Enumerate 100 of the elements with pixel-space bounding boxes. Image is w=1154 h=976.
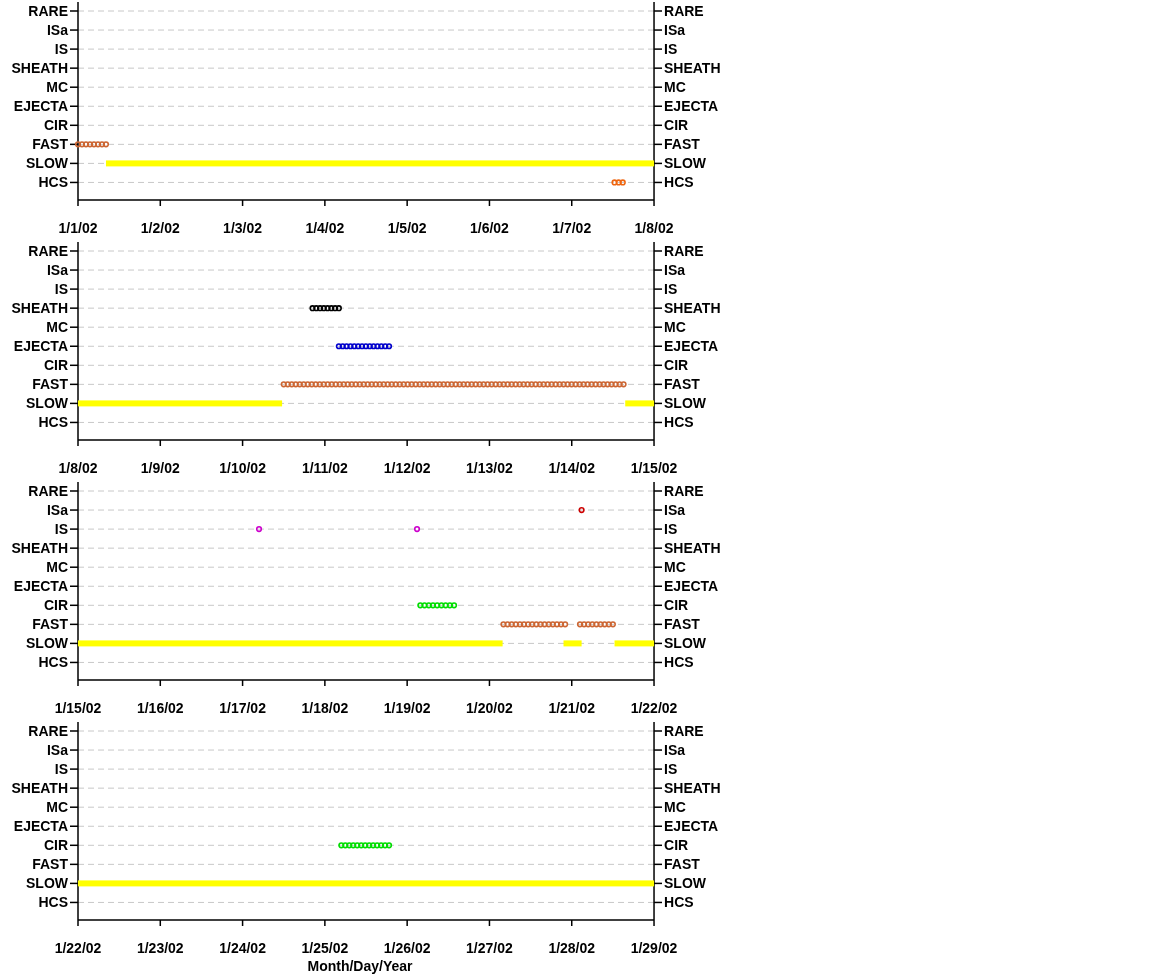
y-axis-label: HCS (664, 654, 694, 671)
y-axis-label: IS (54, 281, 68, 298)
y-axis-label: SLOW (664, 155, 707, 172)
y-axis-label: RARE (28, 243, 68, 259)
y-axis-label: ISa (664, 502, 686, 519)
x-axis-label: 1/26/02 (383, 940, 431, 956)
y-axis-label: HCS (664, 174, 694, 191)
y-axis-label: FAST (664, 136, 700, 153)
y-axis-label: CIR (43, 117, 68, 134)
y-axis-label: MC (46, 799, 68, 816)
x-axis-label: 1/17/02 (219, 700, 266, 716)
x-axis-label: 1/20/02 (466, 700, 513, 716)
x-axis-label: 1/11/02 (301, 460, 348, 476)
y-axis-label: HCS (664, 894, 694, 911)
y-axis-label: EJECTA (13, 818, 68, 835)
y-axis-label: FAST (664, 376, 700, 393)
y-axis-label: ISa (664, 742, 686, 759)
y-axis-label: EJECTA (13, 98, 68, 115)
x-axis-label: 1/19/02 (383, 700, 431, 716)
y-axis-label: SHEATH (11, 780, 68, 797)
y-axis-label: EJECTA (664, 818, 719, 835)
y-axis-label: CIR (664, 117, 689, 134)
y-axis-label: RARE (664, 483, 704, 499)
x-axis-label: 1/22/02 (630, 700, 678, 716)
y-axis-label: FAST (32, 616, 68, 633)
x-axis-label: 1/16/02 (136, 700, 184, 716)
y-axis-label: ISa (664, 262, 686, 279)
x-axis-label: 1/5/02 (387, 220, 427, 236)
y-axis-label: IS (664, 521, 678, 538)
y-axis-label: ISa (47, 22, 68, 39)
x-axis-title: Month/Day/Year (306, 958, 414, 974)
y-axis-label: MC (664, 559, 686, 576)
y-axis-label: MC (46, 319, 68, 336)
y-axis-label: CIR (43, 837, 68, 854)
y-axis-label: EJECTA (664, 98, 719, 115)
x-axis-label: 1/1/02 (58, 220, 98, 236)
x-axis-label: 1/29/02 (630, 940, 678, 956)
y-axis-label: MC (664, 799, 686, 816)
x-axis-label: 1/12/02 (383, 460, 431, 476)
x-axis-label: 1/18/02 (301, 700, 349, 716)
y-axis-label: IS (54, 521, 68, 538)
y-axis-label: EJECTA (664, 578, 719, 595)
y-axis-label: EJECTA (13, 578, 68, 595)
y-axis-label: SHEATH (11, 60, 68, 77)
y-axis-label: IS (664, 41, 678, 58)
x-axis-label: 1/6/02 (470, 220, 509, 236)
data-point-run (335, 343, 393, 350)
y-axis-label: CIR (664, 837, 689, 854)
y-axis-label: RARE (664, 723, 704, 739)
x-axis-label: 1/25/02 (301, 940, 349, 956)
y-axis-label: SHEATH (664, 540, 721, 557)
x-axis-label: 1/27/02 (466, 940, 513, 956)
y-axis-label: SLOW (26, 155, 68, 172)
x-axis-label: 1/8/02 (58, 460, 98, 476)
data-point-run (417, 602, 458, 609)
data-point-run (74, 141, 110, 148)
y-axis-label: MC (46, 559, 68, 576)
data-point-run (500, 621, 569, 628)
x-axis-label: 1/24/02 (219, 940, 266, 956)
y-axis-label: MC (46, 79, 68, 96)
y-axis-label: RARE (28, 3, 68, 19)
y-axis-label: FAST (32, 376, 68, 393)
data-point-run (611, 179, 626, 186)
y-axis-label: SLOW (26, 875, 68, 892)
y-axis-label: FAST (32, 856, 68, 873)
y-axis-label: EJECTA (664, 338, 719, 355)
x-axis-label: 1/10/02 (219, 460, 266, 476)
y-axis-label: HCS (664, 414, 694, 431)
y-axis-label: CIR (43, 597, 68, 614)
y-axis-label: SLOW (26, 635, 68, 652)
x-axis-label: 1/4/02 (305, 220, 345, 236)
x-axis-label: 1/21/02 (548, 700, 596, 716)
y-axis-label: IS (664, 281, 678, 298)
y-axis-label: RARE (664, 243, 704, 259)
y-axis-label: ISa (47, 742, 68, 759)
x-axis-label: 1/7/02 (552, 220, 592, 236)
y-axis-label: SLOW (26, 395, 68, 412)
y-axis-label: SHEATH (11, 540, 68, 557)
y-axis-label: SHEATH (664, 300, 721, 317)
y-axis-label: MC (664, 79, 686, 96)
y-axis-label: RARE (28, 483, 68, 499)
x-axis-label: 1/13/02 (466, 460, 513, 476)
data-point-run (413, 526, 421, 533)
y-axis-label: RARE (664, 3, 704, 19)
data-point-run (576, 621, 616, 628)
x-axis-label: 1/8/02 (634, 220, 674, 236)
x-axis-label: 1/3/02 (223, 220, 263, 236)
y-axis-label: CIR (664, 597, 689, 614)
y-axis-label: RARE (28, 723, 68, 739)
y-axis-label: MC (664, 319, 686, 336)
data-bar (625, 400, 655, 407)
data-point-run (338, 842, 393, 849)
data-point-run (578, 506, 585, 514)
y-axis-label: EJECTA (13, 338, 68, 355)
x-axis-label: 1/15/02 (630, 460, 678, 476)
y-axis-label: IS (664, 761, 678, 778)
x-axis-label: 1/23/02 (136, 940, 184, 956)
data-point-run (309, 305, 342, 312)
x-axis-label: 1/22/02 (54, 940, 102, 956)
y-axis-label: HCS (38, 654, 68, 671)
